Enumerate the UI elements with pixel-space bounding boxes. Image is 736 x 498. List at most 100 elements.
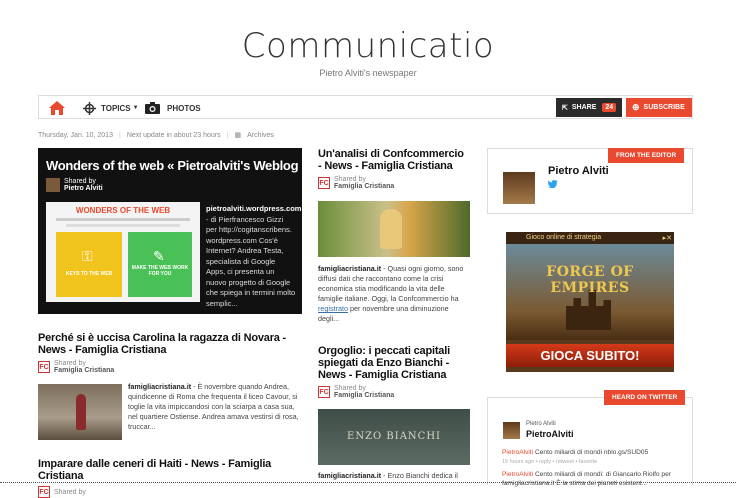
plus-circle-icon: ⊕ [632, 102, 640, 112]
thumb-yellow-panel: ⚿ KEYS TO THE WEB [56, 232, 122, 297]
feature-snippet: pietroalviti.wordpress.com - di Pierfran… [206, 204, 301, 309]
article-snippet: famigliacristiana.it - Enzo Bianchi dedi… [318, 471, 470, 481]
person-figure [76, 394, 86, 430]
twitter-name: Pietro Alviti [526, 421, 556, 427]
article-source[interactable]: famigliacristiana.it [318, 264, 381, 273]
ad-cta-button[interactable]: GIOCA SUBITO! [506, 344, 674, 367]
share-count-badge: 24 [602, 103, 617, 112]
avatar [503, 172, 535, 204]
article-thumbnail[interactable] [38, 384, 122, 440]
tweet-author[interactable]: PietroAlviti [502, 471, 533, 478]
thumb-right-label: MAKE THE WEB WORK FOR YOU [131, 265, 189, 277]
article-card[interactable]: Orgoglio: i peccati capitali spiegati da… [318, 345, 470, 399]
famiglia-cristiana-logo-icon: FC [318, 177, 330, 189]
subscribe-button[interactable]: ⊕ SUBSCRIBE [626, 98, 692, 117]
tweet-item[interactable]: PietroAlviti Cento miliardi di mondi: di… [502, 470, 688, 488]
wrench-icon: ✎ [153, 248, 165, 264]
shared-by-source[interactable]: Famiglia Cristiana [54, 367, 114, 374]
camera-icon [145, 102, 160, 114]
thumb-title: WONDERS OF THE WEB [75, 206, 171, 215]
article-shared-by: FC Shared by Famiglia Cristiana [318, 385, 470, 399]
tweet-text: Cento miliardi di mondi nblo.gs/SUD05 [533, 449, 649, 456]
next-update: Next update in about 23 hours [126, 131, 221, 139]
avatar [503, 422, 520, 439]
calendar-icon: ▦ [234, 132, 242, 139]
edition-date: Thursday, Jan. 10, 2013 [38, 131, 113, 139]
feature-title[interactable]: Wonders of the web « Pietroalviti's Webl… [46, 158, 299, 173]
divider: | [226, 131, 229, 139]
shared-by-author[interactable]: Pietro Alviti [64, 185, 103, 192]
tweet-author[interactable]: PietroAlviti [502, 449, 533, 456]
editor-name[interactable]: Pietro Alviti [548, 165, 609, 177]
shared-by-label: Shared by [54, 360, 86, 367]
article-snippet: famigliacristiana.it - È novembre quando… [128, 382, 304, 432]
article-title[interactable]: Orgoglio: i peccati capitali spiegati da… [318, 345, 470, 381]
feature-thumbnail[interactable]: WONDERS OF THE WEB ⚿ KEYS TO THE WEB ✎ M… [46, 202, 200, 302]
editor-tag: FROM THE EDITOR [608, 148, 685, 163]
feature-shared-by: Shared by Pietro Alviti [46, 178, 103, 192]
ad-title: FORGE OF EMPIRES [546, 264, 634, 296]
famiglia-cristiana-logo-icon: FC [38, 361, 50, 373]
tweet-item[interactable]: PietroAlviti Cento miliardi di mondi nbl… [502, 448, 688, 467]
ad-choices-icon[interactable]: ▸✕ [663, 234, 672, 242]
article-card[interactable]: Un'analisi di Confcommercio - News - Fam… [318, 148, 470, 190]
ad-header: Gioco online di strategia [506, 232, 674, 244]
photos-label: PHOTOS [167, 103, 201, 113]
divider: | [118, 131, 121, 139]
home-button[interactable] [49, 96, 65, 120]
site-title[interactable]: Communicatio [0, 26, 736, 66]
article-thumbnail[interactable] [318, 201, 470, 257]
tweet-time: 15 hours ago • reply • retweet • favorit… [502, 459, 598, 465]
shared-by-label: Shared by [334, 176, 366, 183]
article-card[interactable]: Perché si è uccisa Carolina la ragazza d… [38, 332, 304, 374]
key-icon: ⚿ [82, 248, 93, 264]
edition-meta: Thursday, Jan. 10, 2013 | Next update in… [38, 131, 274, 140]
twitter-tag: HEARD ON TWITTER [604, 390, 686, 405]
shopper-figure [380, 209, 402, 249]
thumb-left-label: KEYS TO THE WEB [65, 271, 113, 277]
nav-bar: TOPICS ▼ PHOTOS ⇱ SHARE 24 ⊕ SUBSCRIBE [38, 95, 693, 119]
site-subtitle: Pietro Alviti's newspaper [319, 68, 417, 78]
game-ad-banner[interactable]: Gioco online di strategia ▸✕ FORGE OF EM… [506, 232, 674, 372]
shared-by-source[interactable]: Famiglia Cristiana [334, 392, 394, 399]
archives-link[interactable]: Archives [247, 132, 274, 139]
masthead: Communicatio Pietro Alviti's newspaper [0, 26, 736, 78]
article-shared-by: FC Shared by Famiglia Cristiana [38, 360, 304, 374]
share-button[interactable]: ⇱ SHARE 24 [556, 98, 622, 117]
twitter-handle[interactable]: PietroAlviti [526, 429, 574, 439]
famiglia-cristiana-logo-icon: FC [318, 386, 330, 398]
avatar [46, 178, 60, 192]
article-snippet: famigliacristiana.it - Quasi ogni giorno… [318, 264, 470, 324]
editor-box: FROM THE EDITOR Pietro Alviti [487, 148, 693, 214]
home-icon [49, 101, 65, 115]
article-title[interactable]: Perché si è uccisa Carolina la ragazza d… [38, 332, 304, 356]
chevron-down-icon: ▼ [132, 105, 139, 111]
thumb-text-line [66, 224, 180, 227]
article-source[interactable]: famigliacristiana.it [128, 382, 191, 391]
shared-by-label: Shared by [54, 488, 86, 496]
twitter-bird-icon[interactable] [548, 180, 558, 188]
article-card[interactable]: Imparare dalle ceneri di Haiti - News - … [38, 458, 304, 498]
shared-by-source[interactable]: Famiglia Cristiana [334, 183, 394, 190]
feature-text: - di Pierfrancesco Gizzi per http://cogi… [206, 214, 296, 308]
topics-menu[interactable]: TOPICS ▼ [83, 96, 139, 120]
article-title[interactable]: Imparare dalle ceneri di Haiti - News - … [38, 458, 304, 482]
topics-label: TOPICS [101, 103, 131, 113]
article-shared-by: FC Shared by Famiglia Cristiana [318, 176, 470, 190]
famiglia-cristiana-logo-icon: FC [38, 486, 50, 498]
thumb-text-line [56, 218, 190, 221]
article-inline-link[interactable]: registrato [318, 304, 348, 313]
article-source[interactable]: famigliacristiana.it [318, 471, 381, 480]
article-thumbnail[interactable]: ENZO BIANCHI [318, 409, 470, 465]
article-title[interactable]: Un'analisi di Confcommercio - News - Fam… [318, 148, 470, 172]
bottom-divider [0, 482, 736, 483]
subscribe-label: SUBSCRIBE [643, 104, 685, 111]
crosshair-icon [83, 101, 96, 115]
article-shared-by: FC Shared by [38, 486, 304, 498]
share-icon: ⇱ [562, 104, 568, 112]
feature-source[interactable]: pietroalviti.wordpress.com [206, 204, 301, 213]
feature-article[interactable]: Wonders of the web « Pietroalviti's Webl… [38, 148, 302, 314]
shared-by-label: Shared by [334, 385, 366, 392]
photos-link[interactable]: PHOTOS [145, 96, 201, 120]
image-caption: ENZO BIANCHI [347, 431, 441, 442]
